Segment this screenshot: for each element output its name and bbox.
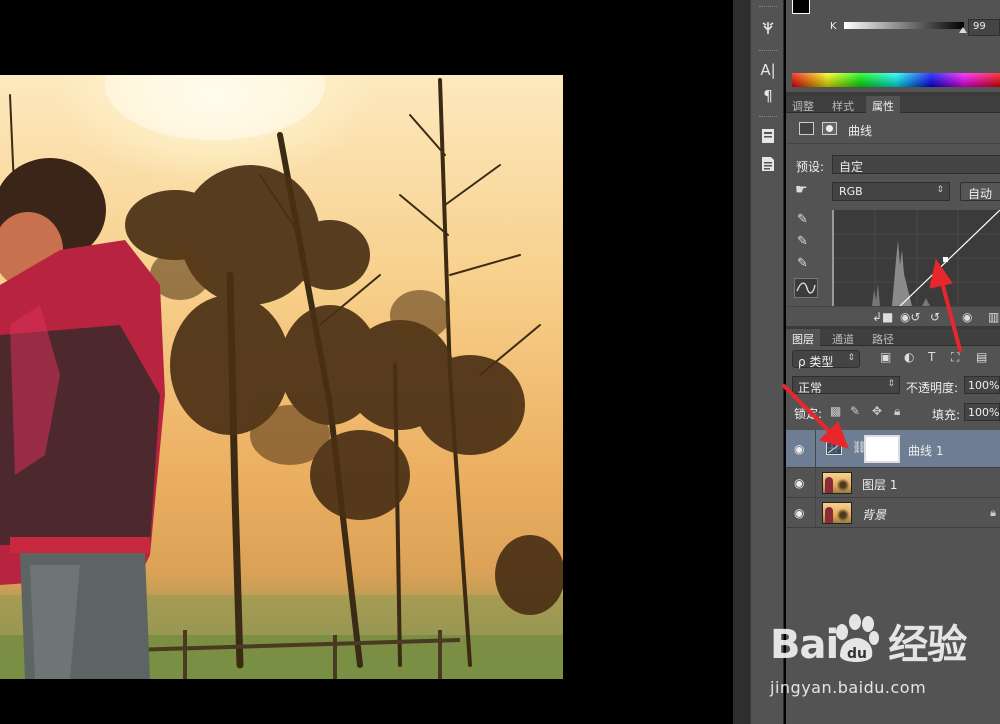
curves-graph[interactable] [832, 209, 1000, 307]
layer-mask-icon[interactable] [822, 122, 837, 135]
blend-mode-value: 正常 [798, 381, 823, 395]
lock-image-pixels-icon[interactable]: ✎ [850, 404, 860, 418]
layer-name[interactable]: 图层 1 [862, 476, 897, 493]
layer-thumbnail[interactable] [822, 472, 852, 494]
layer-filter-value: ρ 类型 [798, 355, 834, 369]
type-filter-icon[interactable]: T [928, 350, 935, 364]
lock-transparency-icon[interactable]: ▩ [830, 404, 841, 418]
layer-name[interactable]: 背景 [862, 506, 886, 523]
canvas-photo[interactable] [0, 75, 563, 679]
properties-tab-bar: 调整 样式 属性 [786, 96, 1000, 113]
watermark-url: jingyan.baidu.com [770, 678, 927, 697]
opacity-label: 不透明度: [906, 381, 959, 395]
lock-position-icon[interactable]: ✥ [872, 404, 882, 418]
tab-layers[interactable]: 图层 [786, 329, 820, 346]
opacity-input[interactable]: 100% [964, 376, 1000, 394]
channel-select-value: RGB [839, 185, 863, 198]
tab-styles[interactable]: 样式 [826, 96, 860, 113]
view-previous-state-icon[interactable]: ◉↺ [900, 310, 921, 324]
k-channel-slider[interactable] [844, 22, 964, 29]
histogram-icon[interactable] [755, 16, 781, 40]
clip-to-layer-icon[interactable]: ↲■ [872, 310, 893, 324]
tab-channels[interactable]: 通道 [826, 329, 860, 346]
preset-label: 预设: [796, 160, 825, 174]
reset-icon[interactable]: ↺ [930, 310, 940, 324]
curves-adjustment-icon[interactable] [799, 122, 814, 135]
color-panel: K 99 [786, 0, 1000, 92]
baidu-paw-icon: du [836, 614, 879, 662]
layer-name[interactable]: 曲线 1 [908, 442, 943, 459]
foreground-color-swatch[interactable] [792, 0, 810, 14]
properties-header: 曲线 [786, 114, 1000, 144]
lock-all-icon[interactable]: 🔒︎ [894, 404, 900, 419]
strip-grip[interactable] [759, 6, 777, 9]
layers-tab-bar: 图层 通道 路径 [786, 329, 1000, 346]
properties-title: 曲线 [848, 124, 873, 138]
layer-row-curves[interactable]: ◉ ⛓ 曲线 1 [786, 430, 1000, 468]
fill-input[interactable]: 100% [964, 403, 1000, 421]
layer-row-layer1[interactable]: ◉ 图层 1 [786, 468, 1000, 498]
channel-select[interactable]: RGB ⇕ [832, 182, 950, 201]
smart-object-filter-icon[interactable]: ▤ [976, 350, 987, 364]
watermark-logo-left: Bai [770, 622, 839, 668]
lock-label: 锁定: [794, 407, 823, 421]
eye-icon[interactable]: ◉ [794, 476, 804, 490]
strip-grip[interactable] [759, 50, 777, 53]
layer-lock-icon: 🔒︎ [990, 506, 996, 519]
tab-properties[interactable]: 属性 [866, 96, 900, 113]
character-icon[interactable]: A| [755, 58, 781, 82]
svg-text:du: du [847, 646, 867, 662]
white-point-eyedropper-icon[interactable]: ✎ [797, 256, 808, 271]
document-canvas[interactable] [0, 0, 733, 724]
visibility-eye-icon[interactable]: ◉ [962, 310, 972, 324]
strip-grip[interactable] [759, 116, 777, 119]
watermark-logo-right: 经验 [888, 622, 967, 668]
paragraph-icon[interactable]: ¶ [755, 84, 781, 108]
gray-point-eyedropper-icon[interactable]: ✎ [797, 234, 808, 249]
curve-edit-tool[interactable] [794, 278, 818, 298]
info-icon[interactable] [755, 152, 781, 176]
layer-filter-select[interactable]: ρ 类型 ⇕ [792, 350, 860, 369]
chevron-updown-icon: ⇕ [936, 185, 944, 195]
eye-icon[interactable]: ◉ [794, 506, 804, 520]
auto-button[interactable]: 自动 [960, 182, 1000, 201]
properties-footer: ↲■ ◉↺ ↺ ◉ ▥ [786, 306, 1000, 326]
properties-panel: 曲线 预设: 自定 ☛ RGB ⇕ 自动 ✎ ✎ ✎ ↲■ ◉↺ ↺ ◉ ▥ [786, 114, 1000, 326]
on-image-adjust-icon[interactable]: ☛ [795, 182, 808, 198]
preset-select[interactable]: 自定 [832, 155, 1000, 174]
baidu-watermark: Bai 经验 du jingyan.baidu.com [770, 612, 990, 702]
chevron-updown-icon: ⇕ [847, 353, 855, 363]
panel-dock-gap [733, 0, 750, 724]
tab-paths[interactable]: 路径 [866, 329, 900, 346]
tab-adjustments[interactable]: 调整 [786, 96, 820, 113]
chevron-updown-icon: ⇕ [887, 379, 895, 389]
layer-row-background[interactable]: ◉ 背景 🔒︎ [786, 498, 1000, 528]
eye-icon[interactable]: ◉ [794, 442, 804, 456]
shape-filter-icon[interactable]: ⛶ [951, 350, 959, 365]
photo-illustration [0, 75, 563, 679]
blend-mode-select[interactable]: 正常 ⇕ [792, 376, 900, 395]
pixel-filter-icon[interactable]: ▣ [880, 350, 891, 364]
fill-label: 填充: [932, 408, 961, 422]
k-slider-thumb[interactable] [959, 27, 967, 33]
layer-thumbnail[interactable] [822, 502, 852, 524]
adjustment-filter-icon[interactable]: ◐ [904, 350, 914, 364]
color-spectrum-bar[interactable] [792, 73, 1000, 87]
k-value-input[interactable]: 99 [968, 19, 1000, 36]
curves-adjustment-icon[interactable] [826, 442, 842, 455]
trash-icon[interactable]: ▥ [988, 310, 999, 324]
k-channel-label: K [830, 21, 837, 32]
notes-icon[interactable] [755, 124, 781, 148]
layer-mask-thumbnail[interactable] [864, 435, 900, 463]
black-point-eyedropper-icon[interactable]: ✎ [797, 212, 808, 227]
